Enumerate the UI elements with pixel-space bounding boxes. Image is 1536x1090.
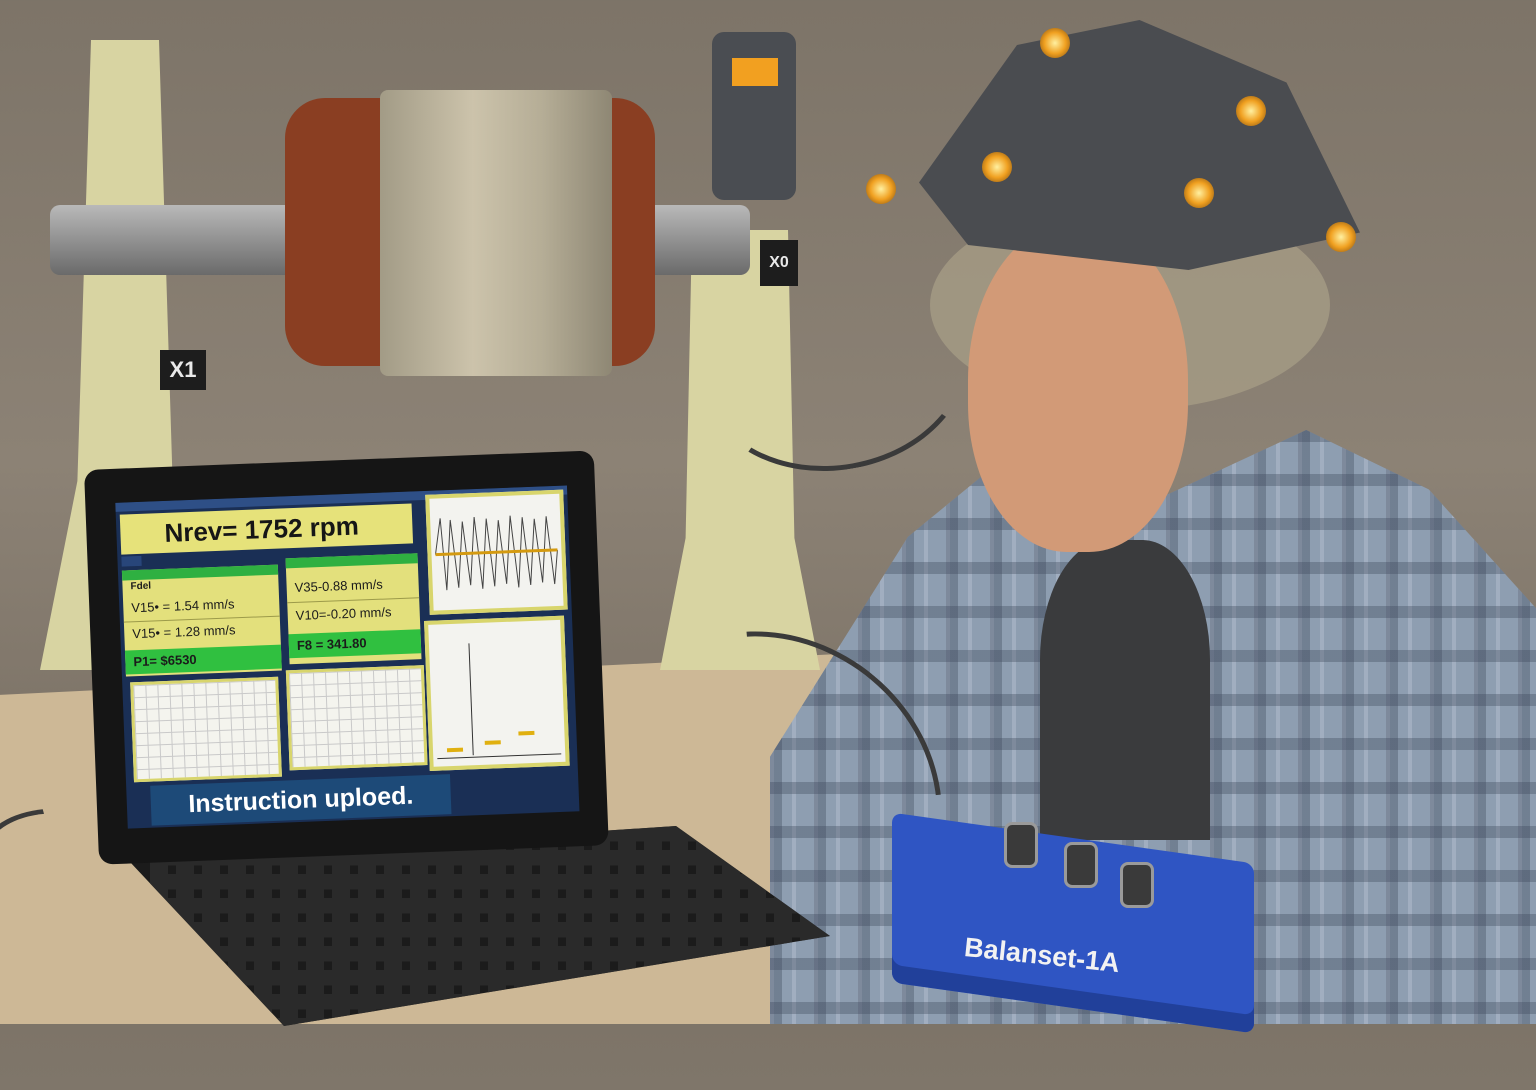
helmet-lamp-icon — [1236, 96, 1266, 126]
helmet-lamp-icon — [1326, 222, 1356, 252]
channel-tag — [121, 555, 142, 567]
laptop-lid: Nrev= 1752 rpm Fdel V15• = 1.54 mm/s V15… — [84, 450, 609, 865]
person-face — [968, 222, 1188, 552]
rotor-body — [380, 90, 612, 376]
vibration-value-2: V15• = 1.28 mm/s — [132, 622, 236, 642]
helmet-lamp-icon — [866, 174, 896, 204]
status-banner: Instruction uploed. — [150, 774, 452, 826]
tachometer — [712, 32, 796, 200]
workshop-scene: X1 X0 Nrev= 1752 rpm Fdel V15• = 1.54 mm… — [0, 0, 1536, 1090]
frequency-value: F8 = 341.80 — [288, 629, 422, 659]
vibration-value-3: V35-0.88 mm/s — [294, 576, 384, 595]
connector-3 — [1120, 862, 1154, 908]
rpm-readout: Nrev= 1752 rpm — [119, 503, 414, 555]
laptop-display: Nrev= 1752 rpm Fdel V15• = 1.54 mm/s V15… — [115, 485, 580, 829]
undershirt — [1040, 540, 1210, 840]
waveform-plot — [425, 489, 568, 615]
left-measurement-panel: Fdel V15• = 1.54 mm/s V15• = 1.28 mm/s P… — [121, 564, 282, 677]
phase-value: P1= $6530 — [124, 644, 282, 675]
spectrum-plot — [424, 615, 570, 771]
left-data-grid — [130, 676, 282, 783]
helmet-lamp-icon — [1040, 28, 1070, 58]
sensor-helmet — [919, 20, 1360, 270]
helmet-lamp-icon — [982, 152, 1012, 182]
right-data-grid — [285, 665, 428, 771]
spectrum-svg — [437, 643, 562, 760]
stand-label-x1: X1 — [160, 350, 206, 390]
helmet-lamp-icon — [1184, 178, 1214, 208]
connector-2 — [1064, 842, 1098, 888]
tachometer-display — [732, 58, 778, 86]
waveform-svg — [435, 515, 558, 591]
vibration-value-4: V10=-0.20 mm/s — [295, 604, 392, 623]
connector-1 — [1004, 822, 1038, 868]
right-measurement-panel: V35-0.88 mm/s V10=-0.20 mm/s F8 = 341.80 — [285, 553, 422, 665]
